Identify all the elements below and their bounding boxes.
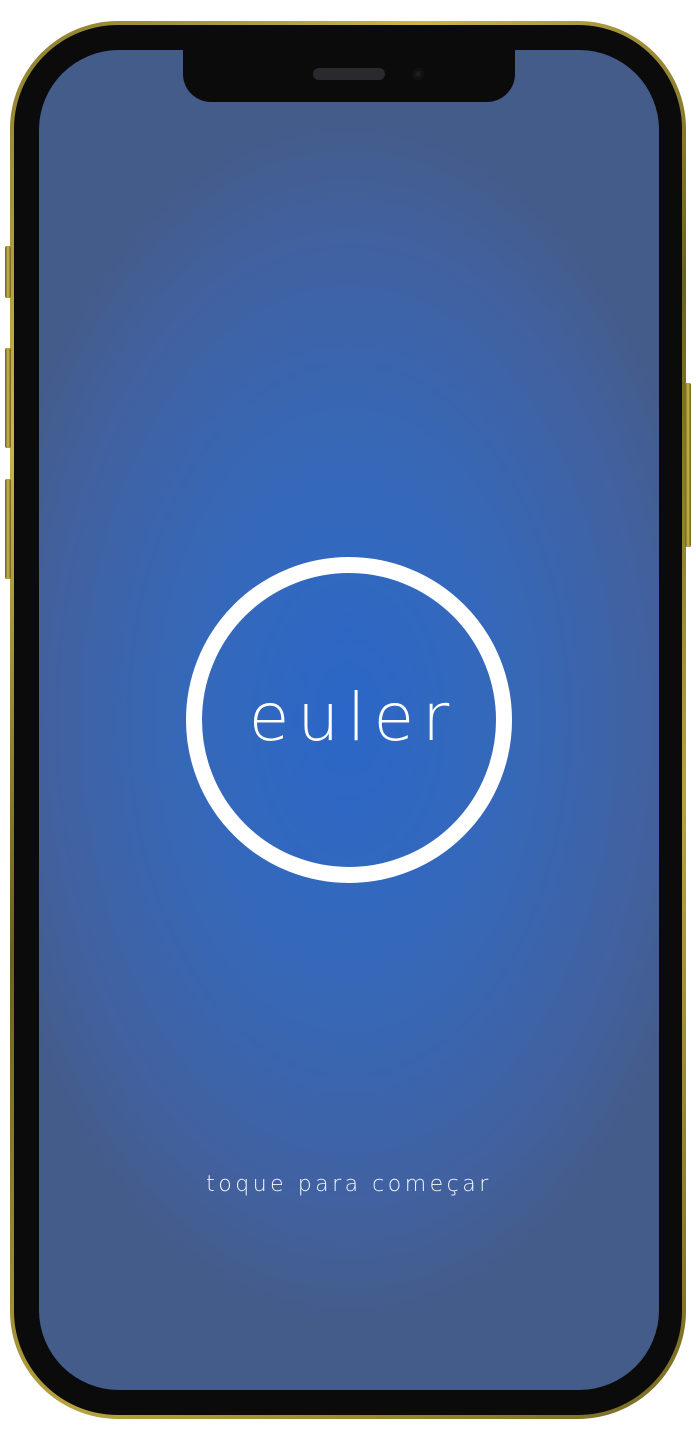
front-camera-icon bbox=[412, 68, 424, 80]
side-button-volume-down bbox=[5, 479, 11, 579]
tap-to-start-hint: toque para começar bbox=[206, 1172, 492, 1197]
notch bbox=[183, 50, 515, 102]
splash-screen[interactable]: euler toque para começar bbox=[39, 50, 659, 1390]
circle-logo-icon: euler bbox=[186, 557, 512, 883]
side-button-volume-up bbox=[5, 348, 11, 448]
app-logo-text: euler bbox=[248, 679, 458, 756]
side-button-mute bbox=[5, 246, 11, 298]
speaker-grille bbox=[313, 68, 385, 80]
side-button-power bbox=[685, 383, 691, 547]
